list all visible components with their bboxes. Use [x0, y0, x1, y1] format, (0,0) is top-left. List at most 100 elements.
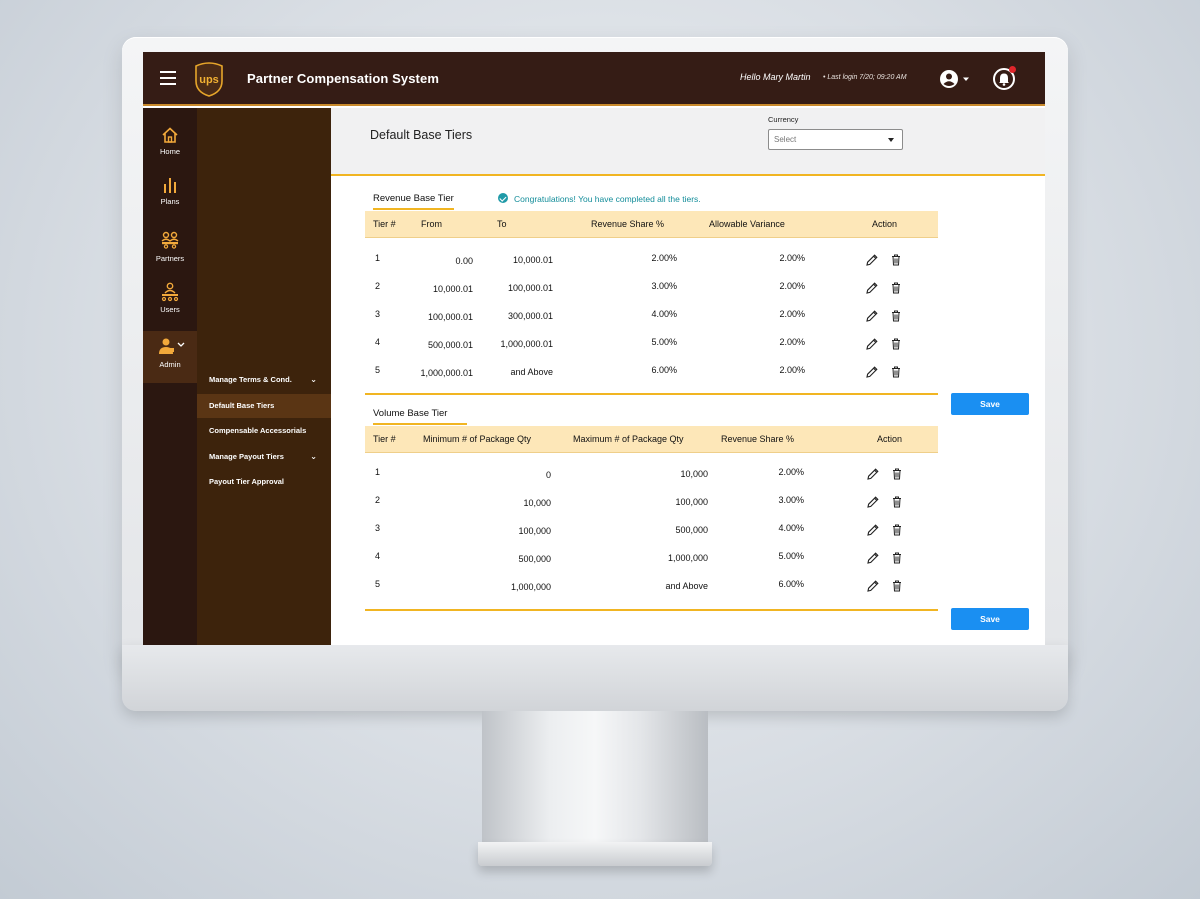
rail-item-label: Home [159, 147, 180, 156]
table-cell: 4 [375, 551, 381, 561]
app-screen: ups Partner Compensation System Hello Ma… [143, 52, 1045, 645]
edit-pencil-icon[interactable] [866, 523, 880, 537]
table-cell: 10,000 [523, 498, 551, 508]
rail-item-home[interactable]: Home [143, 126, 197, 176]
table-cell: 10,000.01 [432, 284, 473, 294]
rail-item-label: Users [160, 305, 180, 314]
revenue-table-header: Tier # From To Revenue Share % Allowable… [365, 211, 938, 238]
table-row: 5 1,000,000.01 and Above 6.00% 2.00% [365, 359, 938, 387]
subnav-item-label: Compensable Accessorials [209, 426, 307, 435]
table-cell: 100,000 [518, 526, 551, 536]
section-divider [365, 393, 938, 395]
edit-pencil-icon[interactable] [865, 337, 879, 351]
content-header: Default Base Tiers Currency Select [331, 108, 1045, 176]
delete-trash-icon[interactable] [890, 467, 904, 481]
column-header: Maximum # of Package Qty [573, 434, 684, 444]
column-header: Allowable Variance [709, 219, 785, 229]
table-cell: 1 [375, 253, 381, 263]
home-icon [162, 127, 178, 143]
notifications-button[interactable] [993, 66, 1017, 92]
column-header: Action [872, 219, 898, 229]
monitor-stand-neck [482, 711, 708, 845]
subnav-item-manage-payout-tiers[interactable]: Manage Payout Tiers ⌄ [197, 445, 331, 469]
table-cell: 3.00% [651, 281, 677, 291]
edit-pencil-icon[interactable] [865, 281, 879, 295]
delete-trash-icon[interactable] [889, 365, 903, 379]
subnav-item-payout-tier-approval[interactable]: Payout Tier Approval [197, 470, 331, 494]
table-cell: 3 [375, 309, 381, 319]
user-greeting: Hello Mary Martin [740, 72, 811, 82]
table-row: 4 500,000.01 1,000,000.01 5.00% 2.00% [365, 331, 938, 359]
rail-item-partners[interactable]: Partners [143, 231, 197, 281]
table-cell: 2.00% [779, 253, 805, 263]
subnav-item-default-base-tiers[interactable]: Default Base Tiers [197, 394, 331, 418]
table-cell: 10,000 [680, 469, 708, 479]
table-cell: 1,000,000 [667, 553, 708, 563]
table-cell: 2.00% [779, 337, 805, 347]
volume-save-button[interactable]: Save [951, 608, 1029, 630]
rail-item-admin[interactable]: Admin [143, 331, 197, 383]
table-cell: 5 [375, 579, 381, 589]
edit-pencil-icon[interactable] [866, 467, 880, 481]
bar-chart-icon [164, 178, 176, 193]
revenue-save-button[interactable]: Save [951, 393, 1029, 415]
table-cell: 0 [545, 470, 551, 480]
column-header: Action [877, 434, 903, 444]
edit-pencil-icon[interactable] [866, 551, 880, 565]
table-cell: 4.00% [778, 523, 804, 533]
success-message: Congratulations! You have completed all … [498, 193, 701, 204]
table-row: 5 1,000,000 and Above 6.00% [365, 573, 938, 601]
table-cell: 5.00% [651, 337, 677, 347]
table-cell: 500,000 [675, 525, 708, 535]
table-cell: 2.00% [779, 309, 805, 319]
hamburger-menu-icon[interactable] [160, 71, 176, 85]
table-cell: 3.00% [778, 495, 804, 505]
logo-text: ups [199, 74, 219, 86]
rail-item-label: Plans [160, 197, 180, 206]
admin-icon [159, 338, 185, 354]
delete-trash-icon[interactable] [890, 523, 904, 537]
table-cell: and Above [510, 367, 553, 377]
column-header: From [421, 219, 442, 229]
column-header: Revenue Share % [591, 219, 665, 229]
edit-pencil-icon[interactable] [866, 495, 880, 509]
chevron-down-icon [177, 342, 185, 347]
table-cell: 500,000.01 [427, 340, 473, 350]
subnav-item-manage-terms[interactable]: Manage Terms & Cond. ⌄ [197, 368, 331, 392]
subnav-item-label: Manage Terms & Cond. [209, 375, 292, 384]
table-cell: 1,000,000 [510, 582, 551, 592]
table-cell: 2.00% [651, 253, 677, 263]
monitor-chin [122, 645, 1068, 711]
delete-trash-icon[interactable] [889, 309, 903, 323]
table-row: 4 500,000 1,000,000 5.00% [365, 545, 938, 573]
table-cell: 5.00% [778, 551, 804, 561]
table-cell: 4 [375, 337, 381, 347]
table-cell: 300,000.01 [507, 311, 553, 321]
rail-item-plans[interactable]: Plans [143, 176, 197, 226]
table-cell: and Above [665, 581, 708, 591]
edit-pencil-icon[interactable] [866, 579, 880, 593]
edit-pencil-icon[interactable] [865, 253, 879, 267]
delete-trash-icon[interactable] [890, 495, 904, 509]
delete-trash-icon[interactable] [890, 551, 904, 565]
delete-trash-icon[interactable] [889, 281, 903, 295]
check-circle-icon [498, 193, 508, 203]
table-row: 2 10,000 100,000 3.00% [365, 489, 938, 517]
delete-trash-icon[interactable] [890, 579, 904, 593]
table-row: 2 10,000.01 100,000.01 3.00% 2.00% [365, 275, 938, 303]
volume-tier-title: Volume Base Tier [373, 408, 468, 425]
table-cell: 0.00 [455, 256, 473, 266]
edit-pencil-icon[interactable] [865, 309, 879, 323]
delete-trash-icon[interactable] [889, 337, 903, 351]
currency-select[interactable]: Select [768, 129, 903, 150]
user-account-menu[interactable] [939, 68, 971, 90]
column-header: To [497, 219, 507, 229]
rail-item-users[interactable]: Users [143, 282, 197, 332]
edit-pencil-icon[interactable] [865, 365, 879, 379]
rail-item-label: Admin [159, 360, 181, 369]
delete-trash-icon[interactable] [889, 253, 903, 267]
page-title: Default Base Tiers [370, 128, 473, 142]
table-cell: 5 [375, 365, 381, 375]
success-message-text: Congratulations! You have completed all … [514, 194, 701, 204]
subnav-item-compensable-accessorials[interactable]: Compensable Accessorials [197, 419, 331, 443]
